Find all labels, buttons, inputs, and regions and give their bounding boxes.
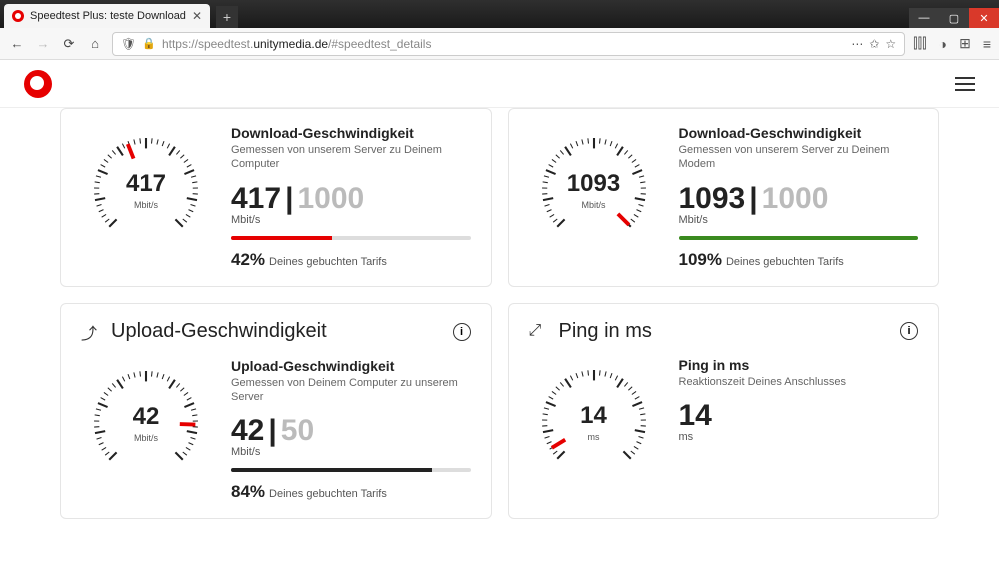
close-tab-icon[interactable]: ✕ [192,9,202,23]
card-subtitle: Reaktionszeit Deines Anschlusses [679,375,919,389]
percent-value: 109% [679,250,722,269]
account-icon[interactable]: ◑ [939,36,947,52]
card-title: Upload-Geschwindigkeit [231,358,471,374]
info-icon[interactable]: i [900,322,918,340]
address-bar[interactable]: 🛡 🔒 https://speedtest.unitymedia.de/#spe… [112,32,905,56]
info-icon[interactable]: i [453,323,471,341]
shield-icon[interactable]: 🛡 [121,37,136,51]
url-host: unitymedia.de [253,37,328,51]
maximize-button[interactable]: ▢ [939,8,969,28]
window-controls: — ▢ ✕ [909,8,999,28]
download-modem-card: 1093 Mbit/s Download-Geschwindigkeit Gem… [508,108,940,287]
download-modem-gauge: 1093 Mbit/s [529,125,659,255]
upload-gauge: 42 Mbit/s [81,358,211,488]
progress-bar [231,468,471,472]
url-prefix: https://speedtest. [162,37,253,51]
card-subtitle: Gemessen von unserem Server zu Deinem Mo… [679,143,919,172]
lock-icon[interactable]: 🔒 [142,37,156,50]
close-window-button[interactable]: ✕ [969,8,999,28]
measurement-value: 1093|1000 [679,182,919,216]
max-value: 1000 [762,182,829,215]
percent-label: Deines gebuchten Tarifs [269,488,387,500]
brand-bar [0,60,999,108]
percent-line: 42% Deines gebuchten Tarifs [231,250,471,270]
measurement-value: 14 [679,399,919,433]
page-content: 417 Mbit/s Download-Geschwindigkeit Geme… [0,60,999,562]
menu-icon[interactable]: ≡ [983,36,991,52]
card-title: Download-Geschwindigkeit [679,125,919,141]
gauge-unit: Mbit/s [134,433,158,443]
gauge-value: 42 [133,403,160,431]
extension-icon[interactable]: ⊞ [959,35,971,52]
bookmark-icon[interactable]: ☆ [885,37,896,51]
library-icon[interactable]: ⫿⫿⫿ [913,35,926,52]
new-tab-button[interactable]: + [216,6,238,28]
section-title: Upload-Geschwindigkeit [111,320,443,343]
hamburger-menu-button[interactable] [955,77,975,91]
percent-label: Deines gebuchten Tarifs [726,256,844,268]
ping-section: ⤢ Ping in ms i 14 ms Ping in ms Reaktion… [508,303,940,520]
back-button[interactable]: ← [8,36,26,51]
download-computer-gauge: 417 Mbit/s [81,125,211,255]
card-subtitle: Gemessen von unserem Server zu Deinem Co… [231,143,471,172]
ping-gauge: 14 ms [529,357,659,487]
minimize-button[interactable]: — [909,8,939,28]
progress-bar [679,236,919,240]
browser-toolbar: ← → ⟳ ⌂ 🛡 🔒 https://speedtest.unitymedia… [0,28,999,60]
url-text: https://speedtest.unitymedia.de/#speedte… [162,37,432,51]
gauge-unit: ms [588,432,600,442]
value: 1093 [679,182,746,215]
forward-button[interactable]: → [34,36,52,51]
card-title: Ping in ms [679,357,919,373]
vodafone-logo-icon[interactable] [24,70,52,98]
value: 14 [679,399,712,432]
gauge-value: 417 [126,170,166,198]
percent-line: 109% Deines gebuchten Tarifs [679,250,919,270]
vodafone-favicon-icon [12,10,24,22]
measurement-value: 417|1000 [231,182,471,216]
home-button[interactable]: ⌂ [86,36,104,51]
ping-icon: ⤢ [529,322,549,340]
upload-section: ⤴ Upload-Geschwindigkeit i 42 Mbit/s Upl… [60,303,492,520]
card-title: Download-Geschwindigkeit [231,125,471,141]
download-computer-card: 417 Mbit/s Download-Geschwindigkeit Geme… [60,108,492,287]
percent-line: 84% Deines gebuchten Tarifs [231,482,471,502]
measurement-unit: ms [679,431,919,443]
window-titlebar: Speedtest Plus: teste Download ✕ + — ▢ ✕ [0,0,999,28]
gauge-value: 14 [580,402,607,430]
percent-value: 84% [231,482,265,501]
progress-bar [231,236,471,240]
max-value: 50 [281,414,314,447]
upload-icon: ⤴ [81,320,101,344]
gauge-unit: Mbit/s [134,200,158,210]
percent-value: 42% [231,250,265,269]
max-value: 1000 [297,182,364,215]
reload-button[interactable]: ⟳ [60,36,78,52]
value: 42 [231,414,264,447]
value: 417 [231,182,281,215]
percent-label: Deines gebuchten Tarifs [269,256,387,268]
reader-icon[interactable]: ✩ [869,37,879,51]
section-title: Ping in ms [559,320,891,343]
url-path: /#speedtest_details [328,37,431,51]
gauge-unit: Mbit/s [581,200,605,210]
page-actions-icon[interactable]: ⋯ [851,37,863,51]
card-subtitle: Gemessen von Deinem Computer zu unserem … [231,376,471,405]
measurement-value: 42|50 [231,414,471,448]
tab-title: Speedtest Plus: teste Download [30,10,186,22]
gauge-value: 1093 [567,170,620,198]
browser-tab[interactable]: Speedtest Plus: teste Download ✕ [4,4,210,28]
